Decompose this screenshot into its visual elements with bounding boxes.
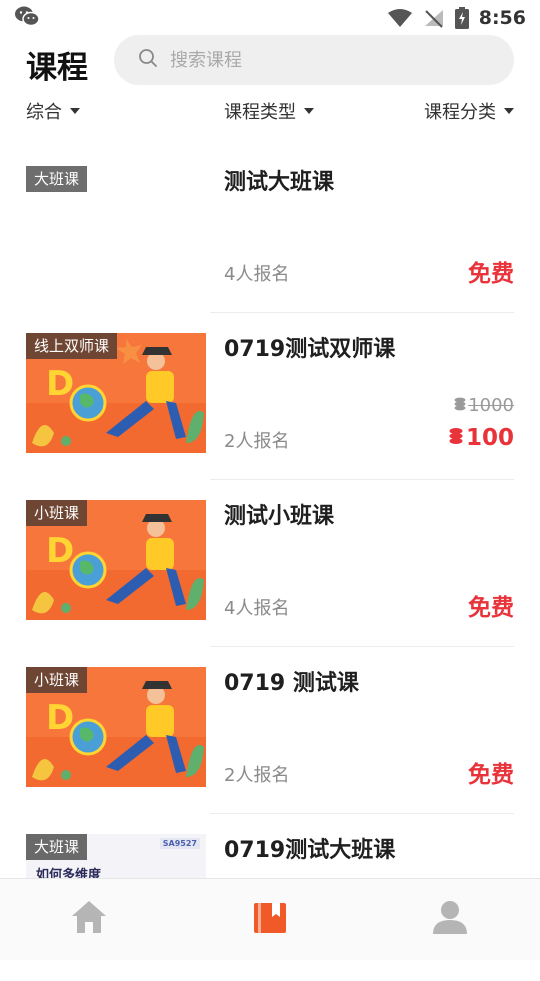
search-icon	[138, 48, 158, 72]
course-price-value: 100	[465, 425, 514, 451]
tab-profile[interactable]	[430, 897, 470, 937]
filter-sort[interactable]: 综合	[26, 98, 80, 124]
status-left	[14, 5, 40, 31]
caret-down-icon	[70, 108, 80, 114]
course-tag: 线上双师课	[26, 333, 118, 359]
page-title: 课程	[26, 50, 88, 86]
enroll-count: 4人报名	[224, 264, 290, 285]
caret-down-icon	[504, 108, 514, 114]
enroll-count: 2人报名	[224, 765, 290, 786]
course-title: 0719测试大班课	[224, 838, 396, 863]
book-icon	[254, 903, 286, 933]
original-price: 1000	[454, 395, 514, 416]
profile-icon	[433, 901, 467, 934]
course-price: 100	[449, 425, 514, 451]
svg-text:D: D	[46, 698, 74, 738]
filter-course-type[interactable]: 课程类型	[224, 98, 314, 124]
tab-courses[interactable]	[250, 897, 290, 937]
filter-category-label: 课程分类	[424, 102, 496, 123]
enroll-count: 4人报名	[224, 598, 290, 619]
filter-course-type-label: 课程类型	[224, 102, 296, 123]
search-bar[interactable]	[114, 35, 514, 85]
course-title: 测试小班课	[224, 504, 335, 529]
course-tag: 大班课	[26, 166, 88, 192]
status-bar: 8:56	[0, 0, 540, 36]
status-right: 8:56	[387, 7, 526, 29]
filter-category[interactable]: 课程分类	[424, 98, 514, 124]
home-icon	[72, 901, 106, 933]
course-price: 免费	[468, 762, 514, 788]
search-input[interactable]	[170, 49, 490, 71]
wifi-icon	[387, 8, 413, 28]
coin-icon	[454, 395, 466, 416]
svg-text:D: D	[46, 364, 74, 404]
course-item[interactable]: D 小班课 测试小班课 4人报名 免费	[0, 480, 540, 647]
course-item[interactable]: D 小班课 0719 测试课 2人报名 免费	[0, 647, 540, 814]
svg-text:D: D	[46, 531, 74, 571]
course-title: 0719测试双师课	[224, 337, 396, 362]
course-price: 免费	[468, 261, 514, 287]
course-price: 免费	[468, 595, 514, 621]
thumb-badge: SA9527	[159, 838, 200, 849]
original-price-value: 1000	[468, 395, 514, 416]
tab-home[interactable]	[69, 897, 109, 937]
status-time: 8:56	[478, 7, 526, 29]
course-tag: 小班课	[26, 500, 88, 526]
course-tag: 小班课	[26, 667, 88, 693]
coin-icon	[449, 425, 463, 451]
caret-down-icon	[304, 108, 314, 114]
filter-sort-label: 综合	[26, 102, 62, 123]
wechat-icon	[14, 5, 40, 31]
battery-icon	[454, 7, 469, 29]
filter-bar: 综合 课程类型 课程分类	[0, 98, 540, 130]
course-title: 测试大班课	[224, 170, 335, 195]
enroll-count: 2人报名	[224, 431, 290, 452]
header: 课程	[0, 34, 540, 90]
no-signal-icon	[423, 8, 445, 28]
bottom-tab-bar	[0, 878, 540, 960]
course-title: 0719 测试课	[224, 671, 359, 696]
course-item[interactable]: D 线上双师课 0719测试双师课 1000 2人报名 100	[0, 313, 540, 480]
course-item[interactable]: 大班课 测试大班课 4人报名 免费	[0, 146, 540, 313]
course-tag: 大班课	[26, 834, 88, 860]
